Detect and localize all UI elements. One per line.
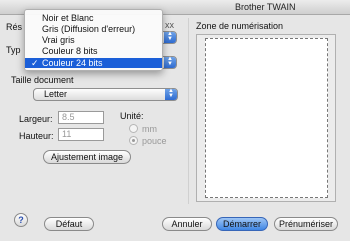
popup-arrows-icon: ▲ ▼ [165,88,177,100]
panel-divider [188,18,189,204]
unit-option-pouce: pouce [142,136,167,146]
document-size-label: Taille document [11,75,74,85]
type-label: Typ [6,45,21,55]
help-button[interactable]: ? [14,213,28,227]
start-button[interactable]: Démarrer [216,217,268,231]
width-label: Largeur: [19,114,53,124]
unit-radio-pouce[interactable] [129,136,138,145]
unit-label: Unité: [120,111,144,121]
menu-item-gray-error-diffusion[interactable]: Gris (Diffusion d'erreur) [25,24,162,34]
width-field[interactable]: 8.5 [58,111,104,124]
default-button[interactable]: Défaut [44,217,94,231]
height-field[interactable]: 11 [58,128,104,141]
brother-twain-window: Brother TWAIN Rés xx ▲ ▼ Typ ▲ ▼ Taille do… [0,0,350,241]
fit-image-button[interactable]: Ajustement image [43,150,131,164]
popup-arrows-icon: ▲ ▼ [164,56,176,68]
unit-option-mm: mm [142,124,157,134]
resolution-label: Rés [6,22,23,32]
height-label: Hauteur: [19,131,54,141]
document-size-value: Letter [44,89,68,99]
menu-item-black-white[interactable]: Noir et Blanc [25,13,162,23]
scan-zone-label: Zone de numérisation [196,21,284,31]
menu-item-color-24bit[interactable]: ✓ Couleur 24 bits [25,58,162,68]
menu-item-label: Couleur 24 bits [42,58,103,68]
popup-arrows-icon: ▲ ▼ [164,31,176,43]
cancel-button[interactable]: Annuler [162,217,212,231]
scan-preview-area[interactable] [205,38,328,198]
scan-zone-frame [196,34,336,202]
menu-item-color-8bit[interactable]: Couleur 8 bits [25,46,162,56]
menu-item-true-gray[interactable]: Vrai gris [25,35,162,45]
resolution-value: xx [165,20,174,30]
checkmark-icon: ✓ [31,58,39,68]
window-title: Brother TWAIN [235,2,296,12]
prescan-button[interactable]: Prénumériser [274,217,338,231]
image-type-menu: Noir et Blanc Gris (Diffusion d'erreur) … [24,9,163,71]
document-size-popup[interactable]: Letter ▲ ▼ [33,88,178,101]
unit-radio-mm[interactable] [129,124,138,133]
